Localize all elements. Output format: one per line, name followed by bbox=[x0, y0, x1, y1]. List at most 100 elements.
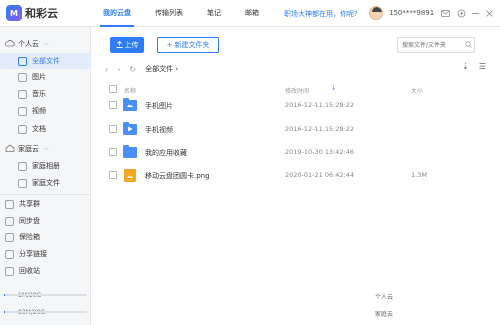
sidebar-item-label: 分享链接 bbox=[19, 250, 47, 258]
video-icon bbox=[18, 106, 27, 116]
tab-notes[interactable]: 笔记 bbox=[207, 0, 221, 27]
message-icon[interactable] bbox=[440, 8, 450, 18]
column-modified-time[interactable]: 修改时间 bbox=[285, 86, 309, 95]
file-name[interactable]: 我的应用收藏 bbox=[145, 148, 187, 158]
personal-cloud-group[interactable]: 个人云 ⌵ bbox=[5, 39, 49, 49]
row-checkbox[interactable] bbox=[109, 171, 117, 179]
sidebar-item-label: 家庭文件 bbox=[32, 179, 60, 187]
file-time: 2016-12-11 15:28:22 bbox=[285, 125, 355, 133]
all-files-icon bbox=[18, 56, 27, 66]
breadcrumb-current[interactable]: 全部文件 › bbox=[145, 64, 178, 74]
sidebar-item-label: 同步盘 bbox=[19, 217, 40, 225]
row-checkbox[interactable] bbox=[109, 125, 117, 133]
family-cloud-group[interactable]: 家庭云 ⌵ bbox=[5, 144, 49, 154]
file-name[interactable]: 手机视频 bbox=[145, 125, 173, 135]
family-files-icon bbox=[18, 178, 27, 188]
promo-link[interactable]: 职场大神都在用，你呢? bbox=[284, 9, 358, 19]
main-content: 上传 + 新建文件夹 ‹ › ↻ 全部文件 › ⇣ ☰ 名称 修改时间 ↓ 大小… bbox=[91, 27, 500, 325]
sidebar-item-family-files[interactable]: 家庭文件 bbox=[0, 175, 91, 191]
plus-icon: + bbox=[166, 41, 173, 49]
music-icon bbox=[18, 89, 27, 99]
upload-icon bbox=[116, 40, 123, 50]
row-checkbox[interactable] bbox=[109, 148, 117, 156]
breadcrumb-label: 全部文件 bbox=[145, 65, 174, 73]
file-time: 2020-01-21 06:42:44 bbox=[285, 171, 355, 179]
avatar[interactable] bbox=[369, 6, 383, 20]
search-icon[interactable] bbox=[465, 41, 472, 50]
sidebar-item-label: 文档 bbox=[32, 125, 46, 133]
sidebar-item-documents[interactable]: 文档 bbox=[0, 121, 91, 137]
sidebar-item-label: 回收站 bbox=[19, 267, 40, 275]
sidebar-item-label: 视频 bbox=[32, 107, 46, 115]
sidebar-item-share-group[interactable]: 共享群 bbox=[0, 196, 91, 212]
storage-bar-fill bbox=[4, 311, 6, 313]
table-row[interactable]: 手机视频 2016-12-11 15:28:22 bbox=[105, 122, 480, 144]
settings-icon[interactable] bbox=[456, 8, 466, 18]
safe-icon bbox=[5, 232, 14, 242]
sidebar-item-safe[interactable]: 保险箱 bbox=[0, 229, 91, 245]
select-all-checkbox[interactable] bbox=[109, 85, 117, 93]
share-link-icon bbox=[5, 249, 14, 259]
sidebar-item-label: 共享群 bbox=[19, 200, 40, 208]
logo-icon: M bbox=[6, 5, 22, 21]
sidebar-item-recycle-bin[interactable]: 回收站 bbox=[0, 263, 91, 279]
sidebar-item-family-album[interactable]: 家庭相册 bbox=[0, 158, 91, 174]
sort-arrow-icon[interactable]: ↓ bbox=[331, 85, 336, 92]
family-album-icon bbox=[18, 161, 27, 171]
search-input[interactable] bbox=[397, 37, 475, 53]
sidebar-item-label: 图片 bbox=[32, 73, 46, 81]
sidebar-item-images[interactable]: 图片 bbox=[0, 69, 91, 85]
chevron-down-icon: ⌵ bbox=[44, 40, 49, 47]
sidebar-item-label: 全部文件 bbox=[32, 57, 60, 65]
sync-disk-icon bbox=[5, 216, 14, 226]
close-icon[interactable] bbox=[484, 8, 494, 18]
cloud-icon bbox=[5, 39, 15, 49]
sidebar: 个人云 ⌵ 全部文件 图片 音乐 视频 文档 家庭云 ⌵ 家庭相册 家庭文件 共… bbox=[0, 27, 393, 325]
file-time: 2016-12-11 15:28:22 bbox=[285, 101, 355, 109]
sidebar-divider bbox=[0, 194, 91, 195]
storage-bar-fill bbox=[4, 294, 6, 296]
family-cloud-icon bbox=[5, 144, 15, 154]
table-row[interactable]: 我的应用收藏 2019-10-30 13:42:46 bbox=[105, 145, 480, 167]
sidebar-item-videos[interactable]: 视频 bbox=[0, 103, 91, 119]
document-icon bbox=[18, 124, 27, 134]
upload-label: 上传 bbox=[124, 41, 139, 49]
sidebar-item-share-link[interactable]: 分享链接 bbox=[0, 246, 91, 262]
table-row[interactable]: 手机图片 2016-12-11 15:28:22 bbox=[105, 98, 480, 120]
app-logo[interactable]: M 和彩云 bbox=[6, 5, 58, 21]
back-icon[interactable]: ‹ bbox=[105, 65, 108, 74]
column-name[interactable]: 名称 bbox=[124, 86, 136, 95]
sidebar-item-all-files[interactable]: 全部文件 bbox=[0, 53, 91, 69]
tab-mailbox[interactable]: 邮箱 bbox=[245, 0, 259, 27]
sidebar-item-label: 保险箱 bbox=[19, 233, 40, 241]
sidebar-item-label: 音乐 bbox=[32, 90, 46, 98]
file-size: 1.3M bbox=[411, 171, 427, 179]
video-folder-icon bbox=[123, 122, 137, 135]
row-checkbox[interactable] bbox=[109, 101, 117, 109]
tab-my-cloud[interactable]: 我的云盘 bbox=[100, 0, 134, 27]
new-folder-button[interactable]: + 新建文件夹 bbox=[157, 37, 219, 53]
logo-text: 和彩云 bbox=[25, 7, 58, 20]
list-view-icon[interactable]: ☰ bbox=[479, 62, 486, 71]
minimize-icon[interactable] bbox=[470, 8, 480, 18]
top-bar: M 和彩云 我的云盘 传输列表 笔记 邮箱 职场大神都在用，你呢? 150***… bbox=[0, 0, 500, 27]
storage-bar bbox=[4, 311, 87, 313]
sidebar-item-music[interactable]: 音乐 bbox=[0, 86, 91, 102]
tab-transfer-list[interactable]: 传输列表 bbox=[155, 0, 183, 27]
upload-button[interactable]: 上传 bbox=[110, 37, 144, 53]
table-row[interactable]: 移动云盘团圆卡.png 2020-01-21 06:42:44 1.3M bbox=[105, 168, 480, 190]
forward-icon[interactable]: › bbox=[117, 65, 120, 74]
refresh-icon[interactable]: ↻ bbox=[129, 65, 136, 74]
column-size[interactable]: 大小 bbox=[411, 86, 423, 95]
image-file-icon bbox=[124, 169, 136, 182]
new-folder-label: 新建文件夹 bbox=[174, 41, 210, 49]
share-group-icon bbox=[5, 199, 14, 209]
username[interactable]: 150****9891 bbox=[389, 9, 434, 17]
file-name[interactable]: 手机图片 bbox=[145, 101, 173, 111]
file-time: 2019-10-30 13:42:46 bbox=[285, 148, 355, 156]
sidebar-item-sync-disk[interactable]: 同步盘 bbox=[0, 213, 91, 229]
file-name[interactable]: 移动云盘团圆卡.png bbox=[145, 171, 210, 181]
folder-icon bbox=[123, 145, 137, 158]
sort-icon[interactable]: ⇣ bbox=[462, 62, 469, 71]
personal-cloud-label: 个人云 bbox=[18, 40, 39, 48]
